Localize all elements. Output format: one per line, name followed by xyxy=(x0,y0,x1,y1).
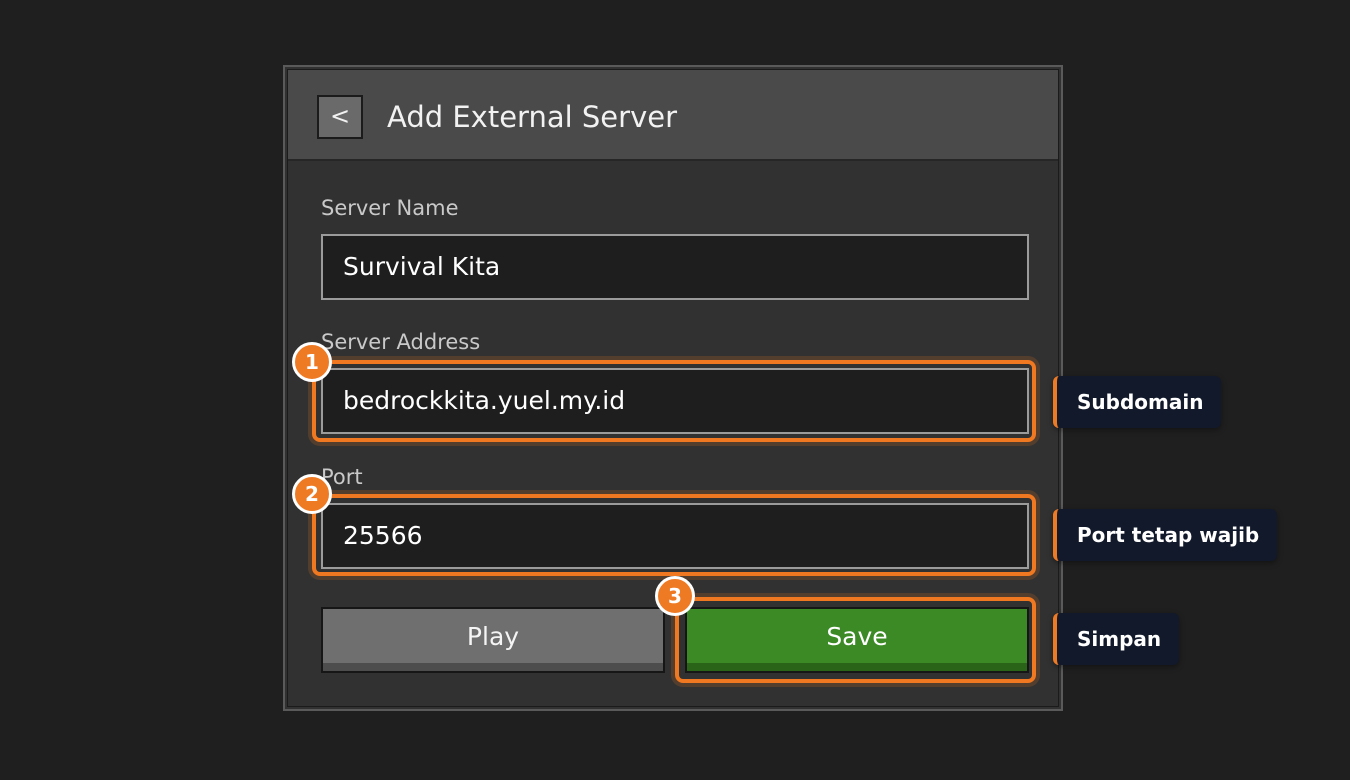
add-server-dialog: < Add External Server Server Name Surviv… xyxy=(283,65,1063,711)
server-name-input[interactable]: Survival Kita xyxy=(321,234,1029,300)
callout-save: Simpan xyxy=(1053,613,1180,665)
back-button[interactable]: < xyxy=(317,95,363,139)
port-input[interactable]: 25566 xyxy=(321,503,1029,569)
play-button[interactable]: Play xyxy=(321,607,665,673)
dialog-header: < Add External Server xyxy=(288,70,1058,161)
callout-subdomain: Subdomain xyxy=(1053,376,1222,428)
save-button[interactable]: Save xyxy=(685,607,1029,673)
dialog-title: Add External Server xyxy=(387,100,677,134)
server-address-input[interactable]: bedrockkita.yuel.my.id xyxy=(321,368,1029,434)
port-label: Port xyxy=(321,465,363,489)
server-name-label: Server Name xyxy=(321,196,459,220)
callout-port-required: Port tetap wajib xyxy=(1053,509,1278,561)
server-address-label: Server Address xyxy=(321,330,481,354)
